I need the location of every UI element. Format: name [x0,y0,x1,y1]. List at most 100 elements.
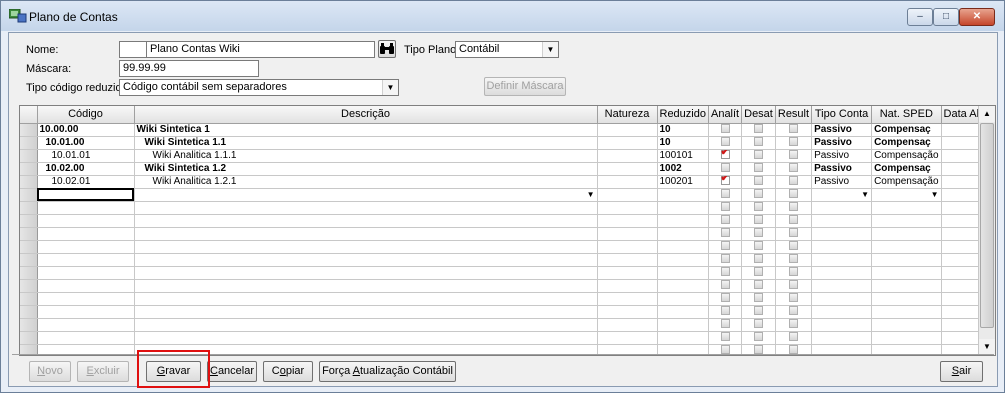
title-bar[interactable]: Plano de Contas – □ ✕ [1,1,1004,31]
nat-sped-cell[interactable]: Compensação [871,149,942,163]
checkbox[interactable] [720,228,730,238]
table-row[interactable]: ▼ ▼ ▼ [20,188,989,202]
column-header-tipo-conta[interactable]: Tipo Conta [811,106,873,124]
result-cell[interactable] [775,331,813,345]
checkbox[interactable] [720,319,730,329]
row-indicator[interactable] [20,175,38,189]
nat-sped-cell[interactable] [871,279,942,293]
cancelar-button[interactable]: Cancelar [207,361,257,382]
result-cell[interactable] [775,136,813,150]
excluir-button[interactable]: Excluir [77,361,129,382]
result-cell[interactable] [775,240,813,254]
column-header-reduzido[interactable]: Reduzido [657,106,709,124]
tipo-codigo-select[interactable]: Código contábil sem separadores ▼ [119,79,399,96]
maximize-button[interactable]: □ [933,8,959,26]
desat-cell[interactable] [741,162,776,176]
table-row[interactable] [20,331,989,345]
tipo-conta-cell[interactable] [811,292,873,306]
row-indicator[interactable] [20,201,38,215]
descricao-cell[interactable]: ▼ [134,188,598,202]
reduzido-cell[interactable] [657,292,709,306]
codigo-cell[interactable] [37,214,135,228]
checkbox[interactable] [720,137,730,147]
result-cell[interactable] [775,266,813,280]
row-indicator[interactable] [20,214,38,228]
nat-sped-cell[interactable] [871,201,942,215]
table-row[interactable] [20,214,989,228]
codigo-cell[interactable]: 10.02.00 [37,162,135,176]
descricao-cell[interactable]: Wiki Analitica 1.2.1 [134,175,598,189]
result-cell[interactable] [775,201,813,215]
checkbox[interactable] [754,137,763,147]
row-indicator[interactable] [20,149,38,163]
reduzido-cell[interactable] [657,331,709,345]
tipo-conta-cell[interactable] [811,253,873,267]
reduzido-cell[interactable]: 10 [657,136,709,150]
descricao-cell[interactable] [134,318,598,332]
desat-cell[interactable] [741,136,776,150]
checkbox[interactable] [788,332,798,342]
checkbox[interactable] [788,228,798,238]
checkbox[interactable] [788,215,798,225]
tipo-conta-cell[interactable] [811,227,873,241]
analit-cell[interactable] [708,292,743,306]
table-row[interactable]: 10.02.01 Wiki Analitica 1.2.1 100201 ✔ Passi… [20,175,989,189]
checkbox[interactable] [754,345,763,355]
result-cell[interactable] [775,279,813,293]
result-cell[interactable] [775,318,813,332]
desat-cell[interactable] [741,279,776,293]
descricao-cell[interactable] [134,279,598,293]
table-row[interactable] [20,253,989,267]
checkbox[interactable] [754,241,763,251]
codigo-cell[interactable] [37,305,135,319]
checkbox[interactable] [754,228,763,238]
reduzido-cell[interactable] [657,305,709,319]
tipo-conta-cell[interactable]: Passivo [811,149,873,163]
checkbox[interactable] [754,293,763,303]
reduzido-cell[interactable] [657,266,709,280]
desat-cell[interactable] [741,123,776,137]
descricao-cell[interactable] [134,253,598,267]
row-indicator[interactable] [20,253,38,267]
table-row[interactable] [20,305,989,319]
reduzido-cell[interactable] [657,318,709,332]
descricao-cell[interactable] [134,305,598,319]
checkbox[interactable] [754,280,763,290]
nome-code-input[interactable] [119,41,147,58]
nat-sped-cell[interactable] [871,331,942,345]
checkbox[interactable] [788,163,798,173]
chevron-down-icon[interactable]: ▼ [587,190,595,199]
codigo-cell[interactable] [37,227,135,241]
chevron-down-icon[interactable]: ▼ [861,190,869,199]
analit-cell[interactable] [708,201,743,215]
tipo-conta-cell[interactable] [811,201,873,215]
codigo-cell[interactable]: 10.02.01 [37,175,135,189]
row-indicator[interactable] [20,292,38,306]
nat-sped-cell[interactable] [871,253,942,267]
scroll-down-icon[interactable]: ▼ [979,339,995,355]
tipo-conta-cell[interactable] [811,266,873,280]
checkbox[interactable] [754,306,763,316]
checkbox[interactable] [754,150,763,160]
table-row[interactable] [20,240,989,254]
natureza-cell[interactable] [597,292,658,306]
desat-cell[interactable] [741,253,776,267]
reduzido-cell[interactable] [657,201,709,215]
codigo-cell[interactable] [37,292,135,306]
checkbox[interactable] [788,189,798,199]
reduzido-cell[interactable] [657,279,709,293]
desat-cell[interactable] [741,214,776,228]
codigo-cell[interactable]: 10.00.00 [37,123,135,137]
row-indicator[interactable] [20,136,38,150]
tipo-conta-cell[interactable] [811,331,873,345]
desat-cell[interactable] [741,201,776,215]
natureza-cell[interactable] [597,253,658,267]
tipo-conta-cell[interactable] [811,305,873,319]
checkbox[interactable] [754,215,763,225]
column-header-analit[interactable]: Analít [708,106,743,124]
nat-sped-cell[interactable]: ▼ [871,188,942,202]
checkbox[interactable] [720,293,730,303]
desat-cell[interactable] [741,188,776,202]
codigo-cell[interactable] [37,253,135,267]
checkbox[interactable] [754,124,763,134]
